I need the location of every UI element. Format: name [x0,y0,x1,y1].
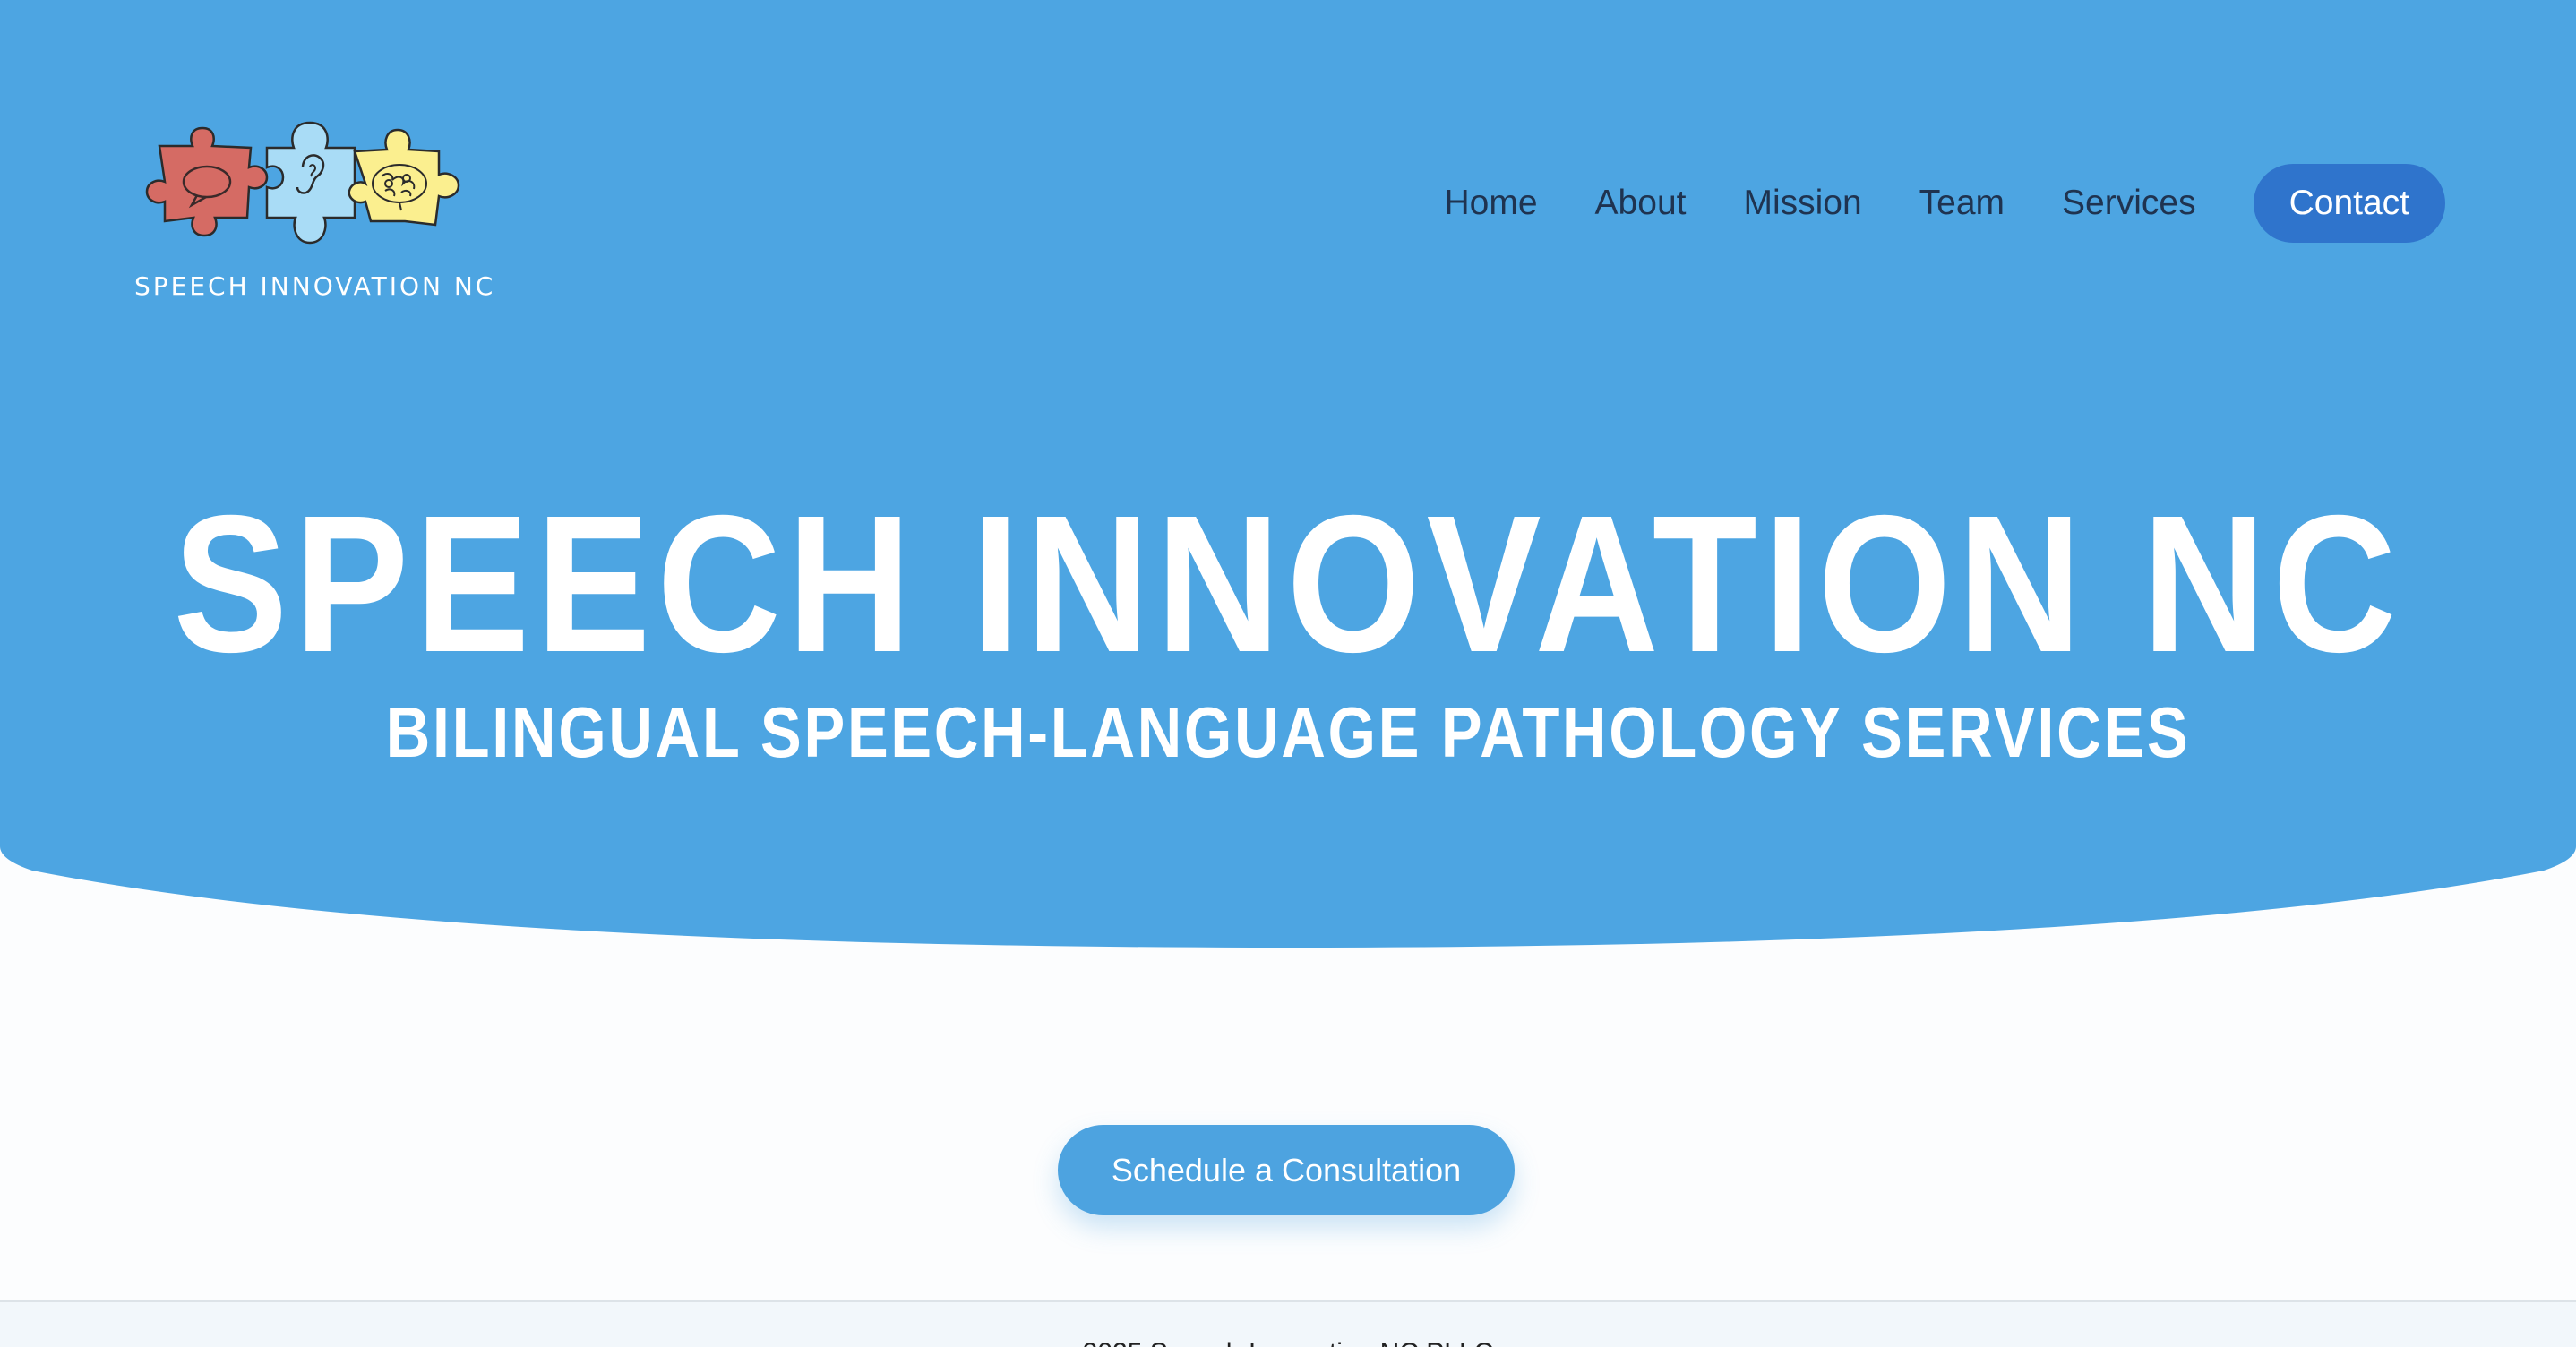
hero-subtitle: BILINGUAL SPEECH-LANGUAGE PATHOLOGY SERV… [385,692,2191,772]
schedule-consultation-button[interactable]: Schedule a Consultation [1058,1125,1515,1215]
main-nav: Home About Mission Team Services Contact [1445,164,2445,243]
blue-puzzle-piece [265,121,356,245]
nav-services[interactable]: Services [2062,184,2196,223]
footer-copyright: 2025 Speech Innovation NC PLLC [0,1338,2576,1347]
nav-mission[interactable]: Mission [1743,184,1861,223]
footer: 2025 Speech Innovation NC PLLC [0,1300,2576,1347]
puzzle-logo-icon [145,121,460,245]
brand-name: SPEECH INNOVATION NC [134,271,496,301]
site-logo[interactable]: SPEECH INNOVATION NC [134,112,496,309]
contact-button[interactable]: Contact [2253,164,2445,243]
page: SPEECH INNOVATION NC Home About Mission … [0,0,2576,1347]
yellow-puzzle-piece [348,128,460,227]
nav-home[interactable]: Home [1445,184,1538,223]
hero-title: SPEECH INNOVATION NC [173,476,2403,693]
nav-about[interactable]: About [1595,184,1687,223]
red-puzzle-piece [145,126,269,237]
nav-team[interactable]: Team [1919,184,2005,223]
